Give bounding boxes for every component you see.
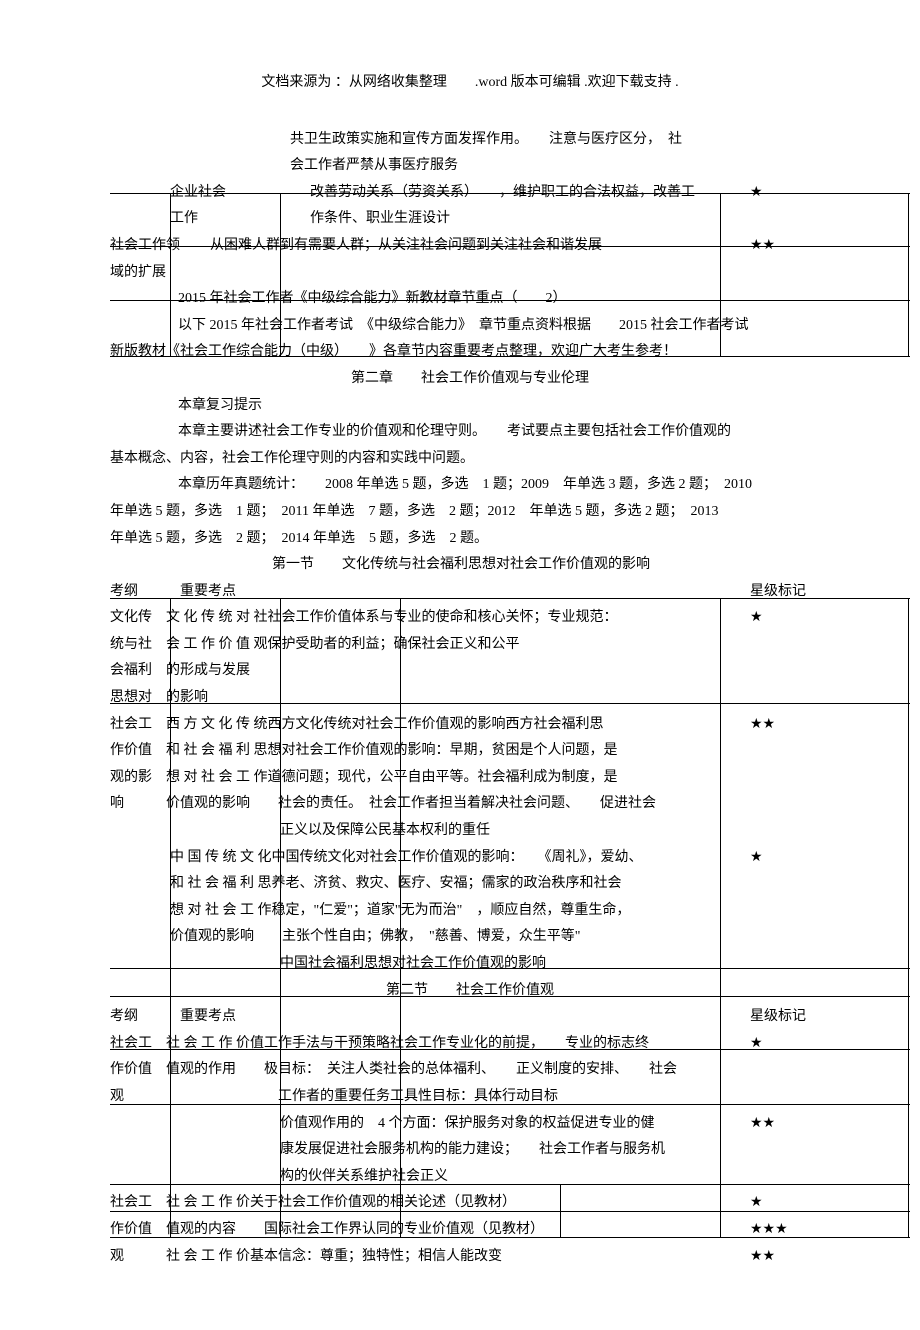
cell: 作价值 值观的作用 极目标： 关注人类社会的总体福利、 正义制度的安排、 社会	[110, 1057, 830, 1084]
th-outline: 考纲	[110, 1004, 180, 1031]
star-rating: ★	[750, 605, 830, 632]
cell: 想 对 社 会 工 作稳定，"仁爱"；道家"无为而治" ，顺应自然，尊重生命，	[110, 898, 830, 925]
cell: 价值观的影响 主张个性自由；佛教， "慈善、博爱，众生平等"	[110, 924, 830, 951]
table-row: 中 国 传 统 文 化中国传统文化对社会工作价值观的影响： 《周礼》，爱幼、★	[110, 845, 830, 872]
cell: 作价值 和 社 会 福 利 思想对社会工作价值观的影响：早期，贫困是个人问题，是	[110, 738, 830, 765]
table-row: 想 对 社 会 工 作稳定，"仁爱"；道家"无为而治" ，顺应自然，尊重生命，	[110, 898, 830, 925]
th-stars: 星级标记	[750, 1004, 830, 1031]
table-row: 康发展促进社会服务机构的能力建设； 社会工作者与服务机	[110, 1137, 830, 1164]
section-title: 第一节 文化传统与社会福利思想对社会工作价值观的影响	[110, 552, 830, 579]
subheading: 本章复习提示	[110, 393, 830, 420]
cell: 思想对 的影响	[110, 685, 830, 712]
table-row: 观 社 会 工 作 价基本信念：尊重；独特性；相信人能改变★★	[110, 1244, 830, 1271]
cell: 康发展促进社会服务机构的能力建设； 社会工作者与服务机	[110, 1137, 830, 1164]
table-row: 社会工作领 从困难人群到有需要人群；从关注社会问题到关注社会和谐发展 ★★	[110, 233, 830, 260]
table-row: 构的伙伴关系维护社会正义	[110, 1164, 830, 1191]
cell-mid: 从困难人群到有需要人群；从关注社会问题到关注社会和谐发展	[210, 233, 750, 260]
star-rating: ★★	[750, 1244, 830, 1271]
star-rating: ★	[750, 1190, 830, 1217]
th-stars: 星级标记	[750, 579, 830, 606]
star-rating: ★★	[750, 712, 830, 739]
body-text: 本章历年真题统计： 2008 年单选 5 题，多选 1 题；2009 年单选 3…	[110, 472, 830, 499]
star-rating: ★	[750, 1031, 830, 1058]
body-text: 新版教材《社会工作综合能力（中级） 》各章节内容重要考点整理，欢迎广大考生参考！	[110, 339, 830, 366]
table-header: 考纲 重要考点 星级标记	[110, 579, 830, 606]
cell: 和 社 会 福 利 思养老、济贫、救灾、医疗、安福；儒家的政治秩序和社会	[110, 871, 830, 898]
page-header: 文档来源为 ：从网络收集整理 .word 版本可编辑 .欢迎下载支持 .	[110, 70, 830, 97]
table-row: 作价值 值观的作用 极目标： 关注人类社会的总体福利、 正义制度的安排、 社会	[110, 1057, 830, 1084]
table-row: 企业社会 改善劳动关系（劳资关系） ，维护职工的合法权益，改善工 ★	[110, 180, 830, 207]
th-outline: 考纲	[110, 579, 180, 606]
body-text: 本章主要讲述社会工作专业的价值观和伦理守则。 考试要点主要包括社会工作价值观的	[110, 419, 830, 446]
table-row: 和 社 会 福 利 思养老、济贫、救灾、医疗、安福；儒家的政治秩序和社会	[110, 871, 830, 898]
table-row: 作价值 值观的内容 国际社会工作界认同的专业价值观（见教材）★★★	[110, 1217, 830, 1244]
star-rating: ★	[750, 845, 830, 872]
cell-left: 工作	[110, 206, 310, 233]
table-row: 工作 作条件、职业生涯设计	[110, 206, 830, 233]
cell: 观 工作者的重要任务工具性目标：具体行动目标	[110, 1084, 830, 1111]
chapter-title: 第二章 社会工作价值观与专业伦理	[110, 366, 830, 393]
table-row: 思想对 的影响	[110, 685, 830, 712]
body-text: 共卫生政策实施和宣传方面发挥作用。 注意与医疗区分， 社	[110, 127, 830, 154]
table-row: 统与社 会 工 作 价 值 观保护受助者的利益；确保社会正义和公平	[110, 632, 830, 659]
cell-left: 企业社会	[110, 180, 310, 207]
cell: 响 价值观的影响 社会的责任。 社会工作者担当着解决社会问题、 促进社会	[110, 791, 830, 818]
table-row: 域的扩展	[110, 260, 830, 287]
body-text: 年单选 5 题，多选 2 题； 2014 年单选 5 题，多选 2 题。	[110, 526, 830, 553]
body-text: 以下 2015 年社会工作者考试 《中级综合能力》 章节重点资料根据 2015 …	[110, 313, 830, 340]
cell: 中国社会福利思想对社会工作价值观的影响	[110, 951, 830, 978]
cell: 中 国 传 统 文 化中国传统文化对社会工作价值观的影响： 《周礼》，爱幼、	[110, 845, 750, 872]
cell: 正义以及保障公民基本权利的重任	[110, 818, 830, 845]
cell: 会福利 的形成与发展	[110, 658, 830, 685]
table-row: 社会工 社 会 工 作 价值工作手法与干预策略社会工作专业化的前提， 专业的标志…	[110, 1031, 830, 1058]
table-row: 文化传 文 化 传 统 对 社社会工作价值体系与专业的使命和核心关怀；专业规范：…	[110, 605, 830, 632]
cell: 构的伙伴关系维护社会正义	[110, 1164, 830, 1191]
star-rating: ★★★	[750, 1217, 830, 1244]
cell: 社会工 社 会 工 作 价值工作手法与干预策略社会工作专业化的前提， 专业的标志…	[110, 1031, 750, 1058]
table-row: 价值观作用的 4 个方面：保护服务对象的权益促进专业的健★★	[110, 1111, 830, 1138]
section-heading: 2015 年社会工作者《中级综合能力》新教材章节重点（ 2）	[110, 286, 830, 313]
table-row: 正义以及保障公民基本权利的重任	[110, 818, 830, 845]
star-rating: ★★	[750, 1111, 830, 1138]
body-text: 年单选 5 题，多选 1 题； 2011 年单选 7 题，多选 2 题；2012…	[110, 499, 830, 526]
section-title: 第二节 社会工作价值观	[110, 978, 830, 1005]
cell: 价值观作用的 4 个方面：保护服务对象的权益促进专业的健	[110, 1111, 750, 1138]
table-row: 响 价值观的影响 社会的责任。 社会工作者担当着解决社会问题、 促进社会	[110, 791, 830, 818]
cell-mid: 作条件、职业生涯设计	[310, 206, 750, 233]
cell-mid: 改善劳动关系（劳资关系） ，维护职工的合法权益，改善工	[310, 180, 750, 207]
cell: 社会工 西 方 文 化 传 统西方文化传统对社会工作价值观的影响西方社会福利思	[110, 712, 750, 739]
body-text: 基本概念、内容，社会工作伦理守则的内容和实践中问题。	[110, 446, 830, 473]
cell: 文化传 文 化 传 统 对 社社会工作价值体系与专业的使命和核心关怀；专业规范：	[110, 605, 750, 632]
body-text: 会工作者严禁从事医疗服务	[110, 153, 830, 180]
cell-left: 域的扩展	[110, 260, 210, 287]
star-rating: ★★	[750, 233, 830, 260]
table-row: 社会工 西 方 文 化 传 统西方文化传统对社会工作价值观的影响西方社会福利思★…	[110, 712, 830, 739]
th-points: 重要考点	[180, 1004, 750, 1031]
cell: 作价值 值观的内容 国际社会工作界认同的专业价值观（见教材）	[110, 1217, 750, 1244]
table-row: 会福利 的形成与发展	[110, 658, 830, 685]
cell-left: 社会工作领	[110, 233, 210, 260]
table-row: 观的影 想 对 社 会 工 作道德问题；现代，公平自由平等。社会福利成为制度，是	[110, 765, 830, 792]
star-rating: ★	[750, 180, 830, 207]
table-row: 社会工 社 会 工 作 价关于社会工作价值观的相关论述（见教材）★	[110, 1190, 830, 1217]
table-row: 观 工作者的重要任务工具性目标：具体行动目标	[110, 1084, 830, 1111]
th-points: 重要考点	[180, 579, 750, 606]
table-row: 中国社会福利思想对社会工作价值观的影响	[110, 951, 830, 978]
table-row: 作价值 和 社 会 福 利 思想对社会工作价值观的影响：早期，贫困是个人问题，是	[110, 738, 830, 765]
table-row: 价值观的影响 主张个性自由；佛教， "慈善、博爱，众生平等"	[110, 924, 830, 951]
cell: 观 社 会 工 作 价基本信念：尊重；独特性；相信人能改变	[110, 1244, 750, 1271]
cell: 社会工 社 会 工 作 价关于社会工作价值观的相关论述（见教材）	[110, 1190, 750, 1217]
table-header: 考纲 重要考点 星级标记	[110, 1004, 830, 1031]
cell: 观的影 想 对 社 会 工 作道德问题；现代，公平自由平等。社会福利成为制度，是	[110, 765, 830, 792]
cell: 统与社 会 工 作 价 值 观保护受助者的利益；确保社会正义和公平	[110, 632, 830, 659]
